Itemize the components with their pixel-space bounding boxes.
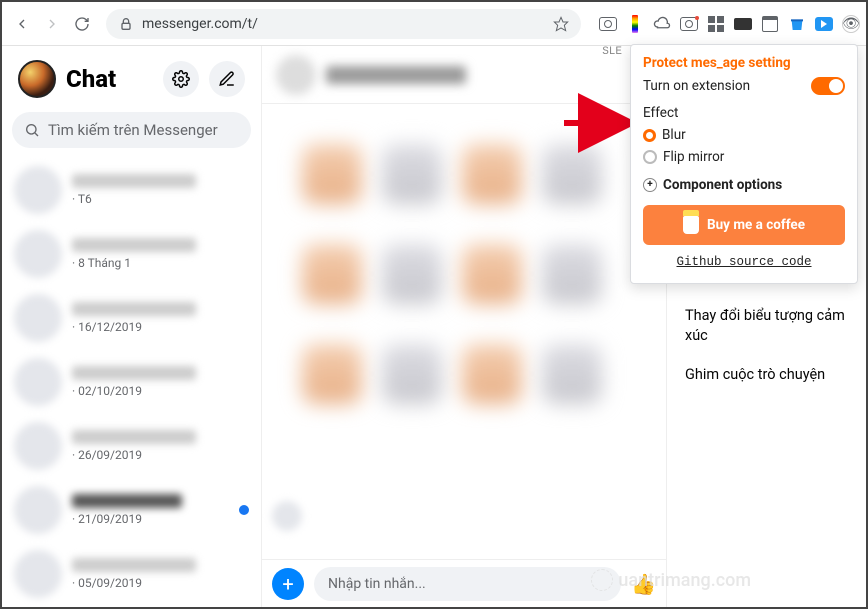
radio-blur[interactable]: Blur	[643, 127, 845, 143]
conversation-item[interactable]: · 8 Tháng 1	[2, 222, 261, 286]
add-button[interactable]: +	[272, 568, 304, 600]
calendar-ext-icon[interactable]	[761, 15, 779, 33]
radio-selected-icon	[643, 129, 656, 142]
forward-button[interactable]	[38, 10, 66, 38]
chat-name	[326, 66, 466, 84]
cloud-ext-icon[interactable]	[653, 15, 671, 33]
conversation-item[interactable]: · 26/09/2019	[2, 414, 261, 478]
profile-avatar[interactable]	[18, 60, 56, 98]
lock-icon	[118, 16, 134, 32]
github-link[interactable]: Github source code	[643, 255, 845, 269]
rainbow-ext-icon[interactable]	[626, 15, 644, 33]
camera-rec-icon[interactable]	[680, 15, 698, 33]
star-icon[interactable]	[553, 16, 569, 32]
chat-header	[262, 46, 666, 104]
conversation-item[interactable]: · 02/10/2019	[2, 350, 261, 414]
extension-toggle[interactable]	[811, 77, 845, 95]
back-button[interactable]	[8, 10, 36, 38]
chat-title: Chat	[66, 65, 153, 93]
right-panel-item[interactable]: Thay đổi biểu tượng cảm xúc	[667, 296, 866, 355]
youtube-ext-icon[interactable]	[815, 15, 833, 33]
conversation-item[interactable]: · 21/09/2019	[2, 478, 261, 542]
conversation-item[interactable]: · 16/12/2019	[2, 286, 261, 350]
protect-ext-icon[interactable]: 👁	[842, 15, 860, 33]
trash-ext-icon[interactable]	[788, 15, 806, 33]
right-panel-item[interactable]: Ghim cuộc trò chuyện	[667, 355, 866, 395]
chat-body	[262, 104, 666, 559]
reload-button[interactable]	[68, 10, 96, 38]
radio-flip[interactable]: Flip mirror	[643, 149, 845, 165]
component-options[interactable]: + Component options	[643, 177, 845, 193]
keyboard-ext-icon[interactable]	[734, 15, 752, 33]
sidebar: Chat Tìm kiếm trên Messenger · T6 · 8 Th…	[2, 46, 262, 607]
compose-button[interactable]	[209, 61, 245, 97]
settings-button[interactable]	[163, 61, 199, 97]
extension-icons: 👁	[599, 15, 860, 33]
conversation-list: · T6 · 8 Tháng 1 · 16/12/2019 · 02/10/20…	[2, 158, 261, 607]
effect-label: Effect	[643, 105, 845, 121]
url-text: messenger.com/t/	[142, 16, 258, 32]
toggle-label: Turn on extension	[643, 78, 750, 94]
search-input[interactable]: Tìm kiếm trên Messenger	[12, 112, 251, 148]
chat-avatar[interactable]	[276, 55, 316, 95]
watermark: uantrimang.com	[591, 569, 751, 591]
sidebar-header: Chat	[2, 46, 261, 108]
sun-icon	[591, 569, 613, 591]
camera-icon[interactable]	[599, 15, 617, 33]
coffee-icon	[683, 216, 699, 234]
buy-coffee-button[interactable]: Buy me a coffee	[643, 205, 845, 245]
conversation-item[interactable]: · T6	[2, 158, 261, 222]
search-icon	[24, 122, 40, 138]
browser-toolbar: messenger.com/t/ 👁	[2, 2, 866, 46]
unread-indicator	[239, 505, 249, 515]
address-bar[interactable]: messenger.com/t/	[106, 9, 581, 39]
plus-icon: +	[643, 178, 657, 192]
message-input[interactable]: Nhập tin nhắn...	[314, 567, 621, 601]
conversation-item[interactable]: · 05/09/2019	[2, 542, 261, 606]
radio-unselected-icon	[643, 150, 657, 164]
search-placeholder: Tìm kiếm trên Messenger	[48, 121, 218, 139]
extension-popup: Protect mes_age setting Turn on extensio…	[630, 44, 858, 284]
grid-ext-icon[interactable]	[707, 15, 725, 33]
toggle-row: Turn on extension	[643, 77, 845, 95]
popup-title: Protect mes_age setting	[643, 55, 845, 71]
